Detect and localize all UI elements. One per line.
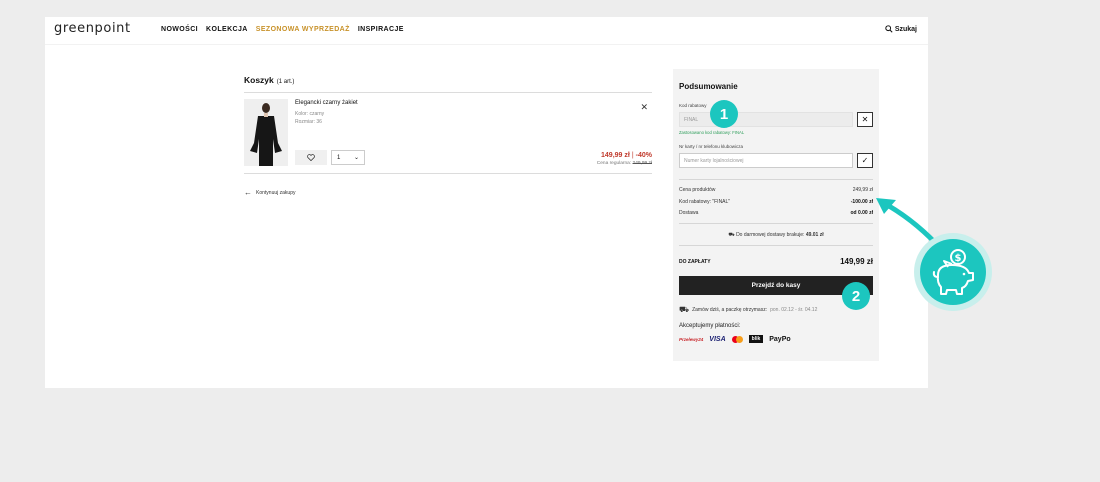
arrow-left-icon: ← — [244, 188, 252, 197]
blik-logo: blik — [748, 335, 764, 343]
product-size: Rozmiar: 36 — [295, 119, 322, 125]
product-color: Kolor: czarny — [295, 111, 325, 117]
free-shipping-info: ⛟ Do darmowej dostawy brakuje: 49.01 zł — [728, 232, 824, 238]
cart-count: (1 art.) — [276, 79, 295, 85]
search-icon — [885, 25, 893, 33]
discount-row: Kod rabatowy: "FINAL" -100.00 zł — [679, 199, 873, 205]
total-row: DO ZAPŁATY 149,99 zł — [679, 257, 873, 266]
discount-code-label: Kod rabatowy — [679, 103, 707, 108]
nav-item-new[interactable]: NOWOŚCI — [161, 26, 198, 33]
svg-text:$: $ — [955, 253, 962, 264]
mastercard-logo — [731, 335, 743, 343]
loyalty-card-input[interactable]: Numer karty lojalnościowej — [679, 153, 853, 168]
wishlist-button[interactable] — [295, 150, 327, 165]
cart-title: Koszyk (1 art.) — [244, 75, 295, 85]
divider — [679, 179, 873, 180]
nav-item-collection[interactable]: KOLEKCJA — [206, 26, 248, 33]
divider — [244, 173, 652, 174]
truck-icon: ⛟ — [728, 232, 735, 238]
accepted-payments-label: Akceptujemy płatności: — [679, 323, 741, 329]
heart-icon — [307, 154, 315, 161]
top-bar: greenpoint NOWOŚCI KOLEKCJA SEZONOWA WYP… — [45, 17, 928, 45]
discount-badge: -40% — [635, 152, 652, 159]
product-name[interactable]: Elegancki czarny żakiet — [295, 100, 358, 106]
nav-item-inspirations[interactable]: INSPIRACJE — [358, 26, 404, 33]
payment-logos: Przelewy24 VISA blik PayPo — [679, 335, 791, 343]
cart-section: Koszyk (1 art.) Elegancki czarny żakiet K… — [244, 75, 652, 197]
divider — [244, 92, 652, 93]
divider — [679, 245, 873, 246]
nav-item-sale[interactable]: SEZONOWA WYPRZEDAŻ — [256, 26, 350, 33]
savings-illustration: $ — [914, 233, 992, 311]
quantity-select[interactable]: 1 ⌄ — [331, 150, 365, 165]
shipping-row: Dostawa od 0.00 zł — [679, 210, 873, 216]
main-nav: NOWOŚCI KOLEKCJA SEZONOWA WYPRZEDAŻ INSP… — [161, 26, 412, 33]
paypo-logo: PayPo — [769, 335, 791, 343]
annotation-badge-1: 1 — [710, 100, 738, 128]
przelewy24-logo: Przelewy24 — [679, 336, 704, 342]
close-icon: ✕ — [861, 115, 869, 124]
product-price: 149,99 zł | -40% — [601, 152, 652, 159]
piggy-bank-icon: $ — [932, 249, 974, 295]
search-label: Szukaj — [894, 25, 917, 33]
annotation-badge-2: 2 — [842, 282, 870, 310]
delivery-estimate: ⛟ Zamów dziś, a paczkę otrzymasz: pon. 0… — [679, 305, 818, 314]
divider — [679, 223, 873, 224]
check-icon: ✓ — [861, 156, 869, 165]
total-amount: 149,99 zł — [840, 257, 873, 266]
continue-shopping-link[interactable]: ← Kontynuuj zakupy — [244, 188, 295, 197]
chevron-down-icon: ⌄ — [353, 155, 359, 161]
confirm-card-button[interactable]: ✓ — [857, 153, 873, 168]
products-price-row: Cena produktów 249,99 zł — [679, 187, 873, 193]
discount-code-input[interactable]: FINAL — [679, 112, 853, 127]
logo[interactable]: greenpoint — [54, 21, 131, 36]
remove-code-button[interactable]: ✕ — [857, 112, 873, 127]
product-image[interactable] — [244, 99, 288, 166]
page: greenpoint NOWOŚCI KOLEKCJA SEZONOWA WYP… — [45, 17, 928, 388]
code-applied-message: Zastosowano kod rabatowy: FINAL — [679, 130, 745, 135]
regular-price: Cena regularna: 249,99 zł — [596, 161, 652, 166]
visa-logo: VISA — [709, 335, 726, 343]
truck-icon: ⛟ — [679, 305, 690, 314]
loyalty-card-label: Nr karty / nr telefonu klubowicza — [679, 144, 744, 149]
order-summary: Podsumowanie Kod rabatowy FINAL ✕ Zastos… — [673, 69, 879, 361]
search-button[interactable]: Szukaj — [885, 25, 917, 33]
close-icon: ✕ — [640, 102, 648, 112]
summary-title: Podsumowanie — [679, 82, 738, 91]
remove-item-button[interactable]: ✕ — [640, 102, 648, 113]
quantity-value: 1 — [337, 154, 341, 161]
